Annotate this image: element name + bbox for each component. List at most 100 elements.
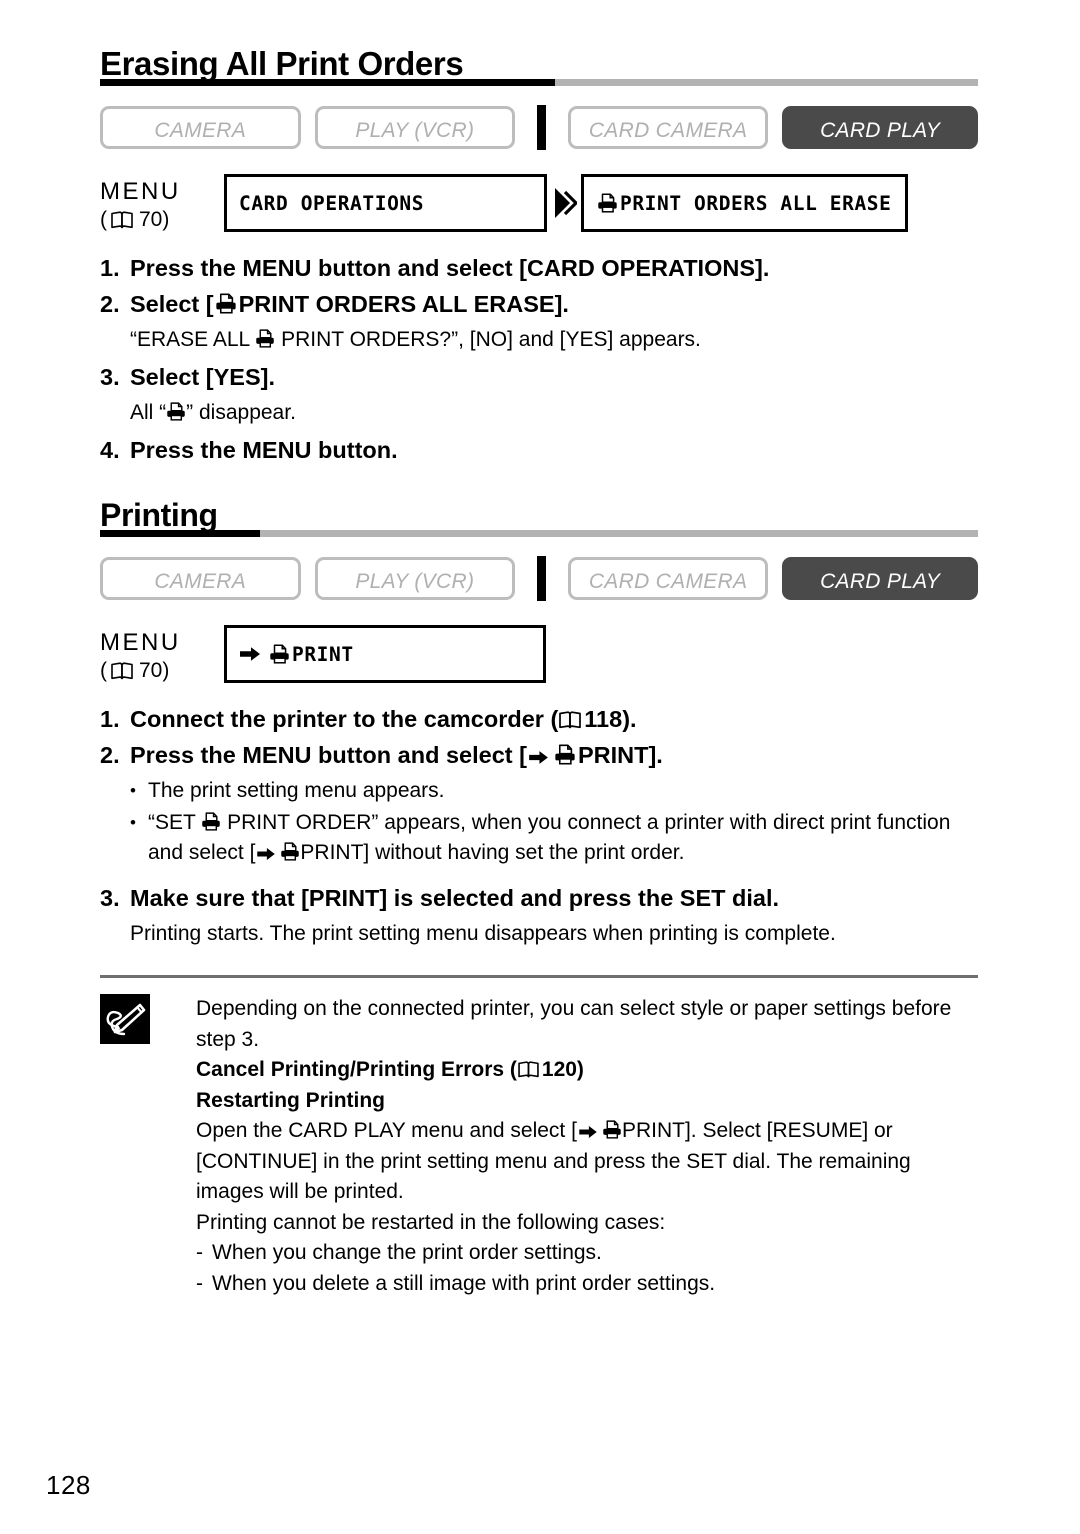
bullet-list: • The print setting menu appears. • “SET xyxy=(130,776,978,868)
note-cases-intro: Printing cannot be restarted in the foll… xyxy=(196,1210,666,1234)
mode-separator xyxy=(537,556,546,601)
menu-page-number: 70) xyxy=(139,208,170,231)
mode-button-play-vcr[interactable]: PLAY (VCR) xyxy=(314,106,516,149)
manual-page: Erasing All Print Orders CAMERA PLAY (VC… xyxy=(0,0,1080,1534)
menu-box-label: CARD OPERATIONS xyxy=(239,191,425,215)
mode-bar-erasing: CAMERA PLAY (VCR) CARD CAMERA CARD PLAY xyxy=(100,105,978,150)
step-text-post: PRINT]. xyxy=(577,742,663,768)
step-text: Select [YES]. xyxy=(130,364,275,390)
step-item: 4. Press the MENU button. xyxy=(100,434,978,467)
dash-mark: - xyxy=(196,1241,203,1264)
step-number: 3. xyxy=(100,364,120,390)
mode-button-camera[interactable]: CAMERA xyxy=(100,557,301,600)
note-dash-item: - When you delete a still image with pri… xyxy=(196,1269,978,1300)
step-text: Select [ PRINT ORDERS ALL ERASE]. xyxy=(130,288,978,321)
arrow-right-icon xyxy=(239,646,261,662)
print-icon xyxy=(201,812,221,831)
paren-open: ( xyxy=(100,659,107,682)
step-item: 1. Press the MENU button and select [CAR… xyxy=(100,252,978,285)
mode-separator xyxy=(537,105,546,150)
print-icon xyxy=(280,842,300,861)
bullet-text-a: “SET xyxy=(148,811,202,834)
step-number: 4. xyxy=(100,437,120,463)
menu-label: MENU xyxy=(100,178,181,205)
mode-button-card-play[interactable]: CARD PLAY xyxy=(782,557,978,600)
note-heading-page: 120) xyxy=(541,1058,584,1081)
menu-box-print[interactable]: PRINT xyxy=(224,625,546,683)
mode-button-card-camera[interactable]: CARD CAMERA xyxy=(567,557,769,600)
mode-button-camera[interactable]: CAMERA xyxy=(100,106,301,149)
heading-rule-black xyxy=(100,530,260,537)
bullet-item: • The print setting menu appears. xyxy=(130,776,978,806)
section-heading-printing: Printing xyxy=(100,495,978,537)
step-number: 2. xyxy=(100,742,120,768)
book-icon xyxy=(111,662,133,680)
bullet-text-c: PRINT] without having set the print orde… xyxy=(300,841,685,864)
print-icon xyxy=(215,293,237,314)
menu-box-label: PRINT ORDERS ALL ERASE xyxy=(620,191,892,215)
bullet-item: • “SET PRINT ORDER” appears, when you co… xyxy=(130,808,978,868)
menu-box-label: PRINT xyxy=(292,642,354,666)
note-heading-text: Cancel Printing/Printing Errors ( xyxy=(196,1058,517,1081)
subtext-pre: All “ xyxy=(130,401,167,424)
menu-page-number: 70) xyxy=(139,659,170,682)
step-subtext: All “ ” disappear. xyxy=(130,397,978,428)
menu-path-erasing: MENU ( 70) CARD OPERATIONS PRINT ORDERS … xyxy=(100,174,978,234)
step-text: Connect the printer to the camcorder ( 1… xyxy=(130,703,978,736)
subtext-post: PRINT ORDERS?”, [NO] and [YES] appears. xyxy=(275,328,701,351)
dash-mark: - xyxy=(196,1271,203,1295)
step-text: Press the MENU button and select [ PRINT… xyxy=(130,739,978,772)
note-dash-item: - When you change the print order settin… xyxy=(196,1238,978,1269)
book-icon xyxy=(518,1061,539,1078)
book-icon xyxy=(111,211,133,229)
print-icon xyxy=(597,193,618,213)
steps-erasing: 1. Press the MENU button and select [CAR… xyxy=(100,252,978,467)
step-item: 1. Connect the printer to the camcorder … xyxy=(100,703,978,736)
print-icon xyxy=(602,1120,622,1139)
mode-button-play-vcr[interactable]: PLAY (VCR) xyxy=(314,557,516,600)
mode-button-card-play[interactable]: CARD PLAY xyxy=(782,106,978,149)
note-box: Depending on the connected printer, you … xyxy=(100,994,978,1299)
print-icon xyxy=(255,329,275,348)
step-text-post: 118). xyxy=(584,706,637,732)
note-dash-text: When you delete a still image with print… xyxy=(212,1271,716,1295)
double-chevron-icon xyxy=(547,174,581,232)
note-heading-restarting: Restarting Printing xyxy=(196,1088,386,1112)
step-number: 2. xyxy=(100,291,120,317)
heading-rule-black xyxy=(100,79,555,86)
menu-box-card-operations[interactable]: CARD OPERATIONS xyxy=(224,174,547,232)
step-text-pre: Select [ xyxy=(130,291,214,317)
subtext-post: ” disappear. xyxy=(186,401,296,424)
step-item: 2. Press the MENU button and select [PR… xyxy=(100,739,978,772)
arrow-right-icon xyxy=(528,750,549,765)
menu-box-print-orders-all-erase[interactable]: PRINT ORDERS ALL ERASE xyxy=(581,174,908,232)
bullet-dot: • xyxy=(130,781,136,800)
mode-bar-printing: CAMERA PLAY (VCR) CARD CAMERA CARD PLAY xyxy=(100,556,978,601)
step-text-post: PRINT ORDERS ALL ERASE]. xyxy=(238,291,569,317)
menu-page-ref: ( 70) xyxy=(100,657,224,685)
bullet-dot: • xyxy=(130,813,136,832)
note-body-a: Open the CARD PLAY menu and select [ xyxy=(196,1119,577,1142)
page-content: Erasing All Print Orders CAMERA PLAY (VC… xyxy=(100,44,978,1299)
note-divider xyxy=(100,975,978,978)
step-text: Make sure that [PRINT] is selected and p… xyxy=(130,885,780,911)
mode-button-card-camera[interactable]: CARD CAMERA xyxy=(567,106,769,149)
step-text-pre: Connect the printer to the camcorder ( xyxy=(130,706,559,732)
arrow-right-icon xyxy=(578,1125,598,1139)
step-item: 3. Make sure that [PRINT] is selected an… xyxy=(100,882,978,915)
note-content: Depending on the connected printer, you … xyxy=(196,994,978,1299)
step-item: 3. Select [YES]. xyxy=(100,361,978,394)
note-heading-cancel: Cancel Printing/Printing Errors ( 120) xyxy=(196,1055,978,1086)
menu-page-ref: ( 70) xyxy=(100,206,224,234)
step-text: Press the MENU button. xyxy=(130,437,398,463)
step-subtext: “ERASE ALL PRINT ORDERS?”, [NO] and [YES… xyxy=(130,324,978,355)
step-number: 1. xyxy=(100,706,120,732)
note-dash-text: When you change the print order settings… xyxy=(212,1241,602,1264)
step-number: 3. xyxy=(100,885,120,911)
book-icon xyxy=(559,711,582,729)
menu-label: MENU xyxy=(100,629,181,656)
page-number: 128 xyxy=(46,1470,91,1500)
section-heading-erasing: Erasing All Print Orders xyxy=(100,44,978,86)
menu-label-group: MENU ( 70) xyxy=(100,174,224,234)
step-number: 1. xyxy=(100,255,120,281)
